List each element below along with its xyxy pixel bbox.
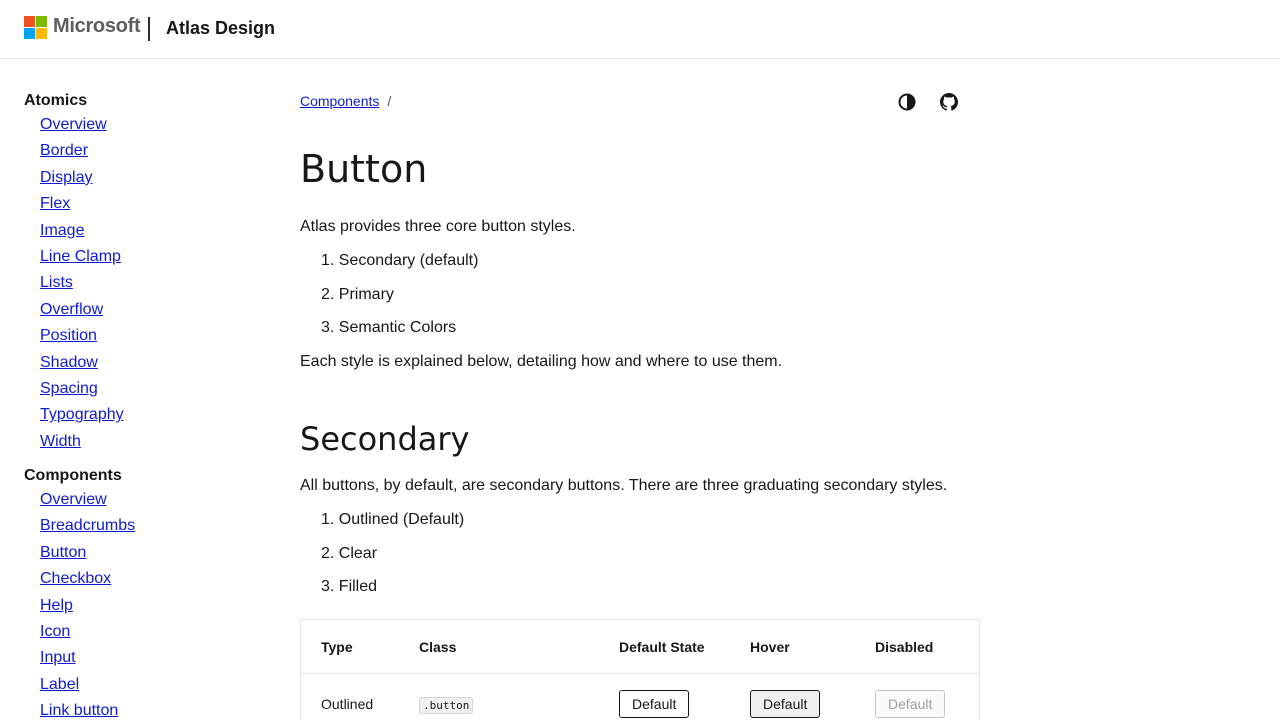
table-header-type: Type [321,638,353,655]
sidebar-item-spacing[interactable]: Spacing [40,380,98,397]
sidebar-item-link-button[interactable]: Link button [40,702,118,719]
list-item: 3. Semantic Colors [321,319,457,337]
theme-toggle-icon[interactable] [896,91,918,113]
header-divider [148,17,150,41]
table-cell-disabled: Default [875,689,979,718]
main-content: Components / Button Atlas provides three … [300,90,980,720]
page-actions [890,90,980,114]
sidebar-item-lists[interactable]: Lists [40,274,73,291]
sidebar-list: Overview Border Display Flex Image Line … [24,112,254,455]
table-cell-class: .button [419,696,619,714]
list-item: 3. Filled [321,578,378,596]
page-intro: Atlas provides three core button styles. [300,218,576,235]
default-state-button[interactable]: Default [619,689,690,718]
sidebar-item-components-overview[interactable]: Overview [40,491,107,508]
sidebar-item-image[interactable]: Image [40,222,84,239]
sidebar-group-atomics: Atomics Overview Border Display Flex Ima… [24,90,254,455]
sidebar-item-overview[interactable]: Overview [40,116,107,133]
page-title: Button [300,147,428,191]
sidebar-item-checkbox[interactable]: Checkbox [40,570,111,587]
table-header-class: Class [419,638,457,655]
brand-name[interactable]: Microsoft [53,15,141,38]
section-heading-secondary: Secondary [300,420,470,459]
sidebar-item-overflow[interactable]: Overflow [40,301,103,318]
sidebar-list: Overview Breadcrumbs Button Checkbox Hel… [24,487,254,720]
microsoft-logo-icon[interactable] [24,16,47,39]
disabled-state-button[interactable]: Default [875,689,946,718]
sidebar-item-shadow[interactable]: Shadow [40,354,98,371]
sidebar-heading: Atomics [24,92,88,109]
list-item: 1. Outlined (Default) [321,511,465,529]
table-cell-hover: Default [750,689,875,718]
button-styles-list: 1. Secondary (default) 2. Primary 3. Sem… [300,249,980,350]
github-icon[interactable] [938,91,960,113]
sidebar-item-typography[interactable]: Typography [40,406,124,423]
breadcrumb-link-components[interactable]: Components [300,93,379,109]
sidebar-item-button[interactable]: Button [40,544,86,561]
list-item: 2. Primary [321,285,394,303]
sidebar-heading: Components [24,467,122,485]
secondary-styles-list: 1. Outlined (Default) 2. Clear 3. Filled [300,508,980,609]
sidebar-item-label[interactable]: Label [40,676,79,693]
button-styles-table: Type Class Default State Hover Disabled … [300,619,980,720]
sidebar-item-border[interactable]: Border [40,142,88,159]
table-row: Outlined .button Default Default Default [301,674,979,720]
breadcrumb: Components / [300,90,980,112]
sidebar-item-width[interactable]: Width [40,433,81,450]
sidebar-item-icon[interactable]: Icon [40,623,70,640]
table-header-disabled: Disabled [875,638,934,655]
sidebar-item-line-clamp[interactable]: Line Clamp [40,248,121,265]
sidebar-item-position[interactable]: Position [40,327,97,344]
site-title[interactable]: Atlas Design [166,18,275,39]
sidebar-item-breadcrumbs[interactable]: Breadcrumbs [40,517,135,534]
table-cell-default: Default [619,689,750,718]
sidebar-item-help[interactable]: Help [40,597,73,614]
site-header: Microsoft Atlas Design [0,0,1280,59]
page-after-text: Each style is explained below, detailing… [300,353,783,371]
breadcrumb-separator: / [387,93,392,109]
sidebar-item-input[interactable]: Input [40,649,76,666]
sidebar-item-display[interactable]: Display [40,169,92,186]
list-item: 2. Clear [321,544,378,562]
table-cell-type: Outlined [321,695,374,712]
class-code: .button [419,696,474,714]
hover-state-button[interactable]: Default [750,689,821,718]
secondary-intro: All buttons, by default, are secondary b… [300,477,948,495]
table-header-default-state: Default State [619,638,705,655]
sidebar-nav: Atomics Overview Border Display Flex Ima… [24,90,254,720]
table-header-hover: Hover [750,638,790,655]
sidebar-group-components: Components Overview Breadcrumbs Button C… [24,465,254,720]
sidebar-item-flex[interactable]: Flex [40,195,70,212]
table-header-row: Type Class Default State Hover Disabled [301,620,979,675]
list-item: 1. Secondary (default) [321,252,479,269]
